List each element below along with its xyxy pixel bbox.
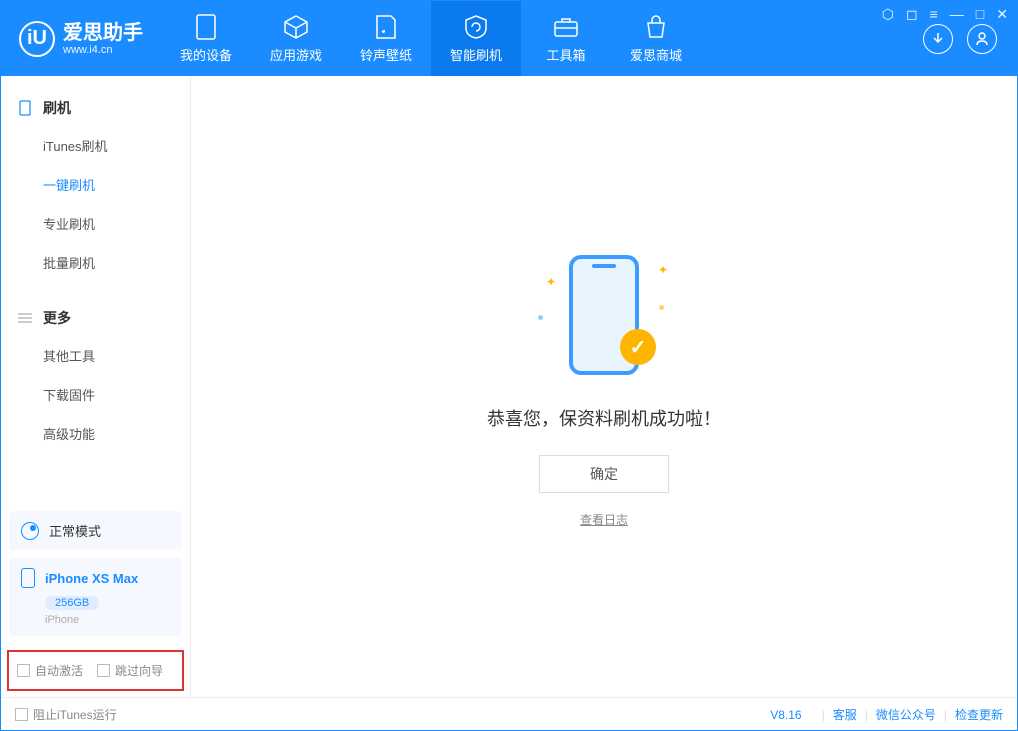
minimize-button[interactable]: — [950,6,964,23]
tab-my-device[interactable]: 我的设备 [161,1,251,76]
mode-box[interactable]: 正常模式 [9,511,182,550]
highlighted-checkbox-row: 自动激活 跳过向导 [7,650,184,691]
toolbox-icon [552,13,580,41]
header-bar: iU 爱思助手 www.i4.cn 我的设备 应用游戏 铃声壁纸 智能刷机 工具… [1,1,1017,76]
footer-link-support[interactable]: 客服 [833,706,857,723]
music-file-icon [372,13,400,41]
window-controls: ⬡ ◻ ≡ — □ ✕ [882,6,1008,23]
sparkle-icon: ✦ [658,263,668,277]
sidebar-section-flash: 刷机 [1,90,190,126]
menu-icon[interactable]: ≡ [930,6,938,23]
sidebar-item-oneclick-flash[interactable]: 一键刷机 [1,165,190,204]
sidebar-section-more: 更多 [1,300,190,336]
feedback-icon[interactable]: ◻ [906,6,918,23]
device-name: iPhone XS Max [45,571,138,586]
main-content: ✦ ✦ ✓ 恭喜您，保资料刷机成功啦！ 确定 查看日志 [191,76,1017,697]
app-name: 爱思助手 [63,22,143,44]
tab-smart-flash[interactable]: 智能刷机 [431,1,521,76]
footer-link-wechat[interactable]: 微信公众号 [876,706,936,723]
sidebar-item-advanced[interactable]: 高级功能 [1,414,190,453]
user-button[interactable] [967,24,997,54]
tab-apps-games[interactable]: 应用游戏 [251,1,341,76]
dot-icon [659,305,664,310]
success-illustration: ✦ ✦ ✓ [534,245,674,385]
device-box[interactable]: iPhone XS Max 256GB iPhone [9,558,182,636]
bag-icon [642,13,670,41]
phone-small-icon [17,100,33,116]
sidebar-item-pro-flash[interactable]: 专业刷机 [1,204,190,243]
device-capacity: 256GB [45,596,99,610]
sidebar-item-other-tools[interactable]: 其他工具 [1,336,190,375]
close-button[interactable]: ✕ [996,6,1008,23]
checkbox-auto-activate[interactable]: 自动激活 [17,662,83,679]
ok-button[interactable]: 确定 [539,455,669,493]
phone-icon [192,13,220,41]
app-logo-icon: iU [19,21,55,57]
sparkle-icon: ✦ [546,275,556,289]
maximize-button[interactable]: □ [976,6,984,23]
tab-toolbox[interactable]: 工具箱 [521,1,611,76]
nav-tabs: 我的设备 应用游戏 铃声壁纸 智能刷机 工具箱 爱思商城 [161,1,701,76]
checkbox-skip-guide[interactable]: 跳过向导 [97,662,163,679]
skin-icon[interactable]: ⬡ [882,6,894,23]
download-button[interactable] [923,24,953,54]
shield-sync-icon [462,13,490,41]
mode-icon [21,522,39,540]
footer-link-update[interactable]: 检查更新 [955,706,1003,723]
device-phone-icon [21,568,35,588]
dot-icon [538,315,543,320]
sidebar: 刷机 iTunes刷机 一键刷机 专业刷机 批量刷机 更多 其他工具 下载固件 … [1,76,191,697]
sidebar-item-batch-flash[interactable]: 批量刷机 [1,243,190,282]
list-icon [17,310,33,326]
app-url: www.i4.cn [63,44,143,56]
cube-icon [282,13,310,41]
view-log-link[interactable]: 查看日志 [580,511,628,528]
version-label: V8.16 [770,708,801,722]
device-type: iPhone [45,614,170,626]
footer-bar: 阻止iTunes运行 V8.16 | 客服 | 微信公众号 | 检查更新 [1,697,1017,731]
checkmark-badge-icon: ✓ [620,329,656,365]
tab-store[interactable]: 爱思商城 [611,1,701,76]
logo-area: iU 爱思助手 www.i4.cn [1,1,161,76]
sidebar-item-download-fw[interactable]: 下载固件 [1,375,190,414]
success-message: 恭喜您，保资料刷机成功啦！ [487,405,721,431]
sidebar-item-itunes-flash[interactable]: iTunes刷机 [1,126,190,165]
mode-label: 正常模式 [49,521,101,540]
tab-ringtones[interactable]: 铃声壁纸 [341,1,431,76]
checkbox-block-itunes[interactable]: 阻止iTunes运行 [15,706,117,723]
